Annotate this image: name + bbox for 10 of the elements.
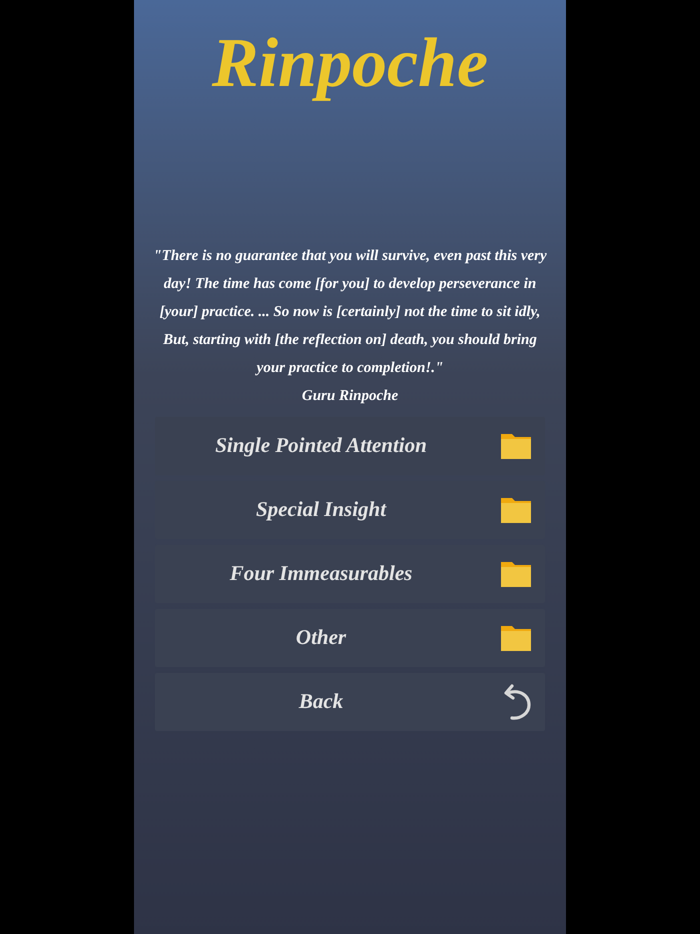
- folder-icon: [501, 434, 531, 458]
- menu-item[interactable]: Single Pointed Attention: [155, 417, 545, 475]
- folder-icon: [501, 626, 531, 650]
- app-title: Rinpoche: [212, 24, 488, 104]
- quote-author: Guru Rinpoche: [302, 387, 398, 406]
- menu-item[interactable]: Other: [155, 609, 545, 667]
- back-button[interactable]: Back: [155, 673, 545, 731]
- folder-icon: [501, 498, 531, 522]
- folder-icon: [501, 562, 531, 586]
- quote-text: "There is no guarantee that you will survive, even past this very day! The time has come [for you] to develop perseverance in [your] practice. ... So now is [certainly] not the time to sit idly, But, starting with [the reflection on] death, you should bring your practice to completion!.": [152, 247, 548, 378]
